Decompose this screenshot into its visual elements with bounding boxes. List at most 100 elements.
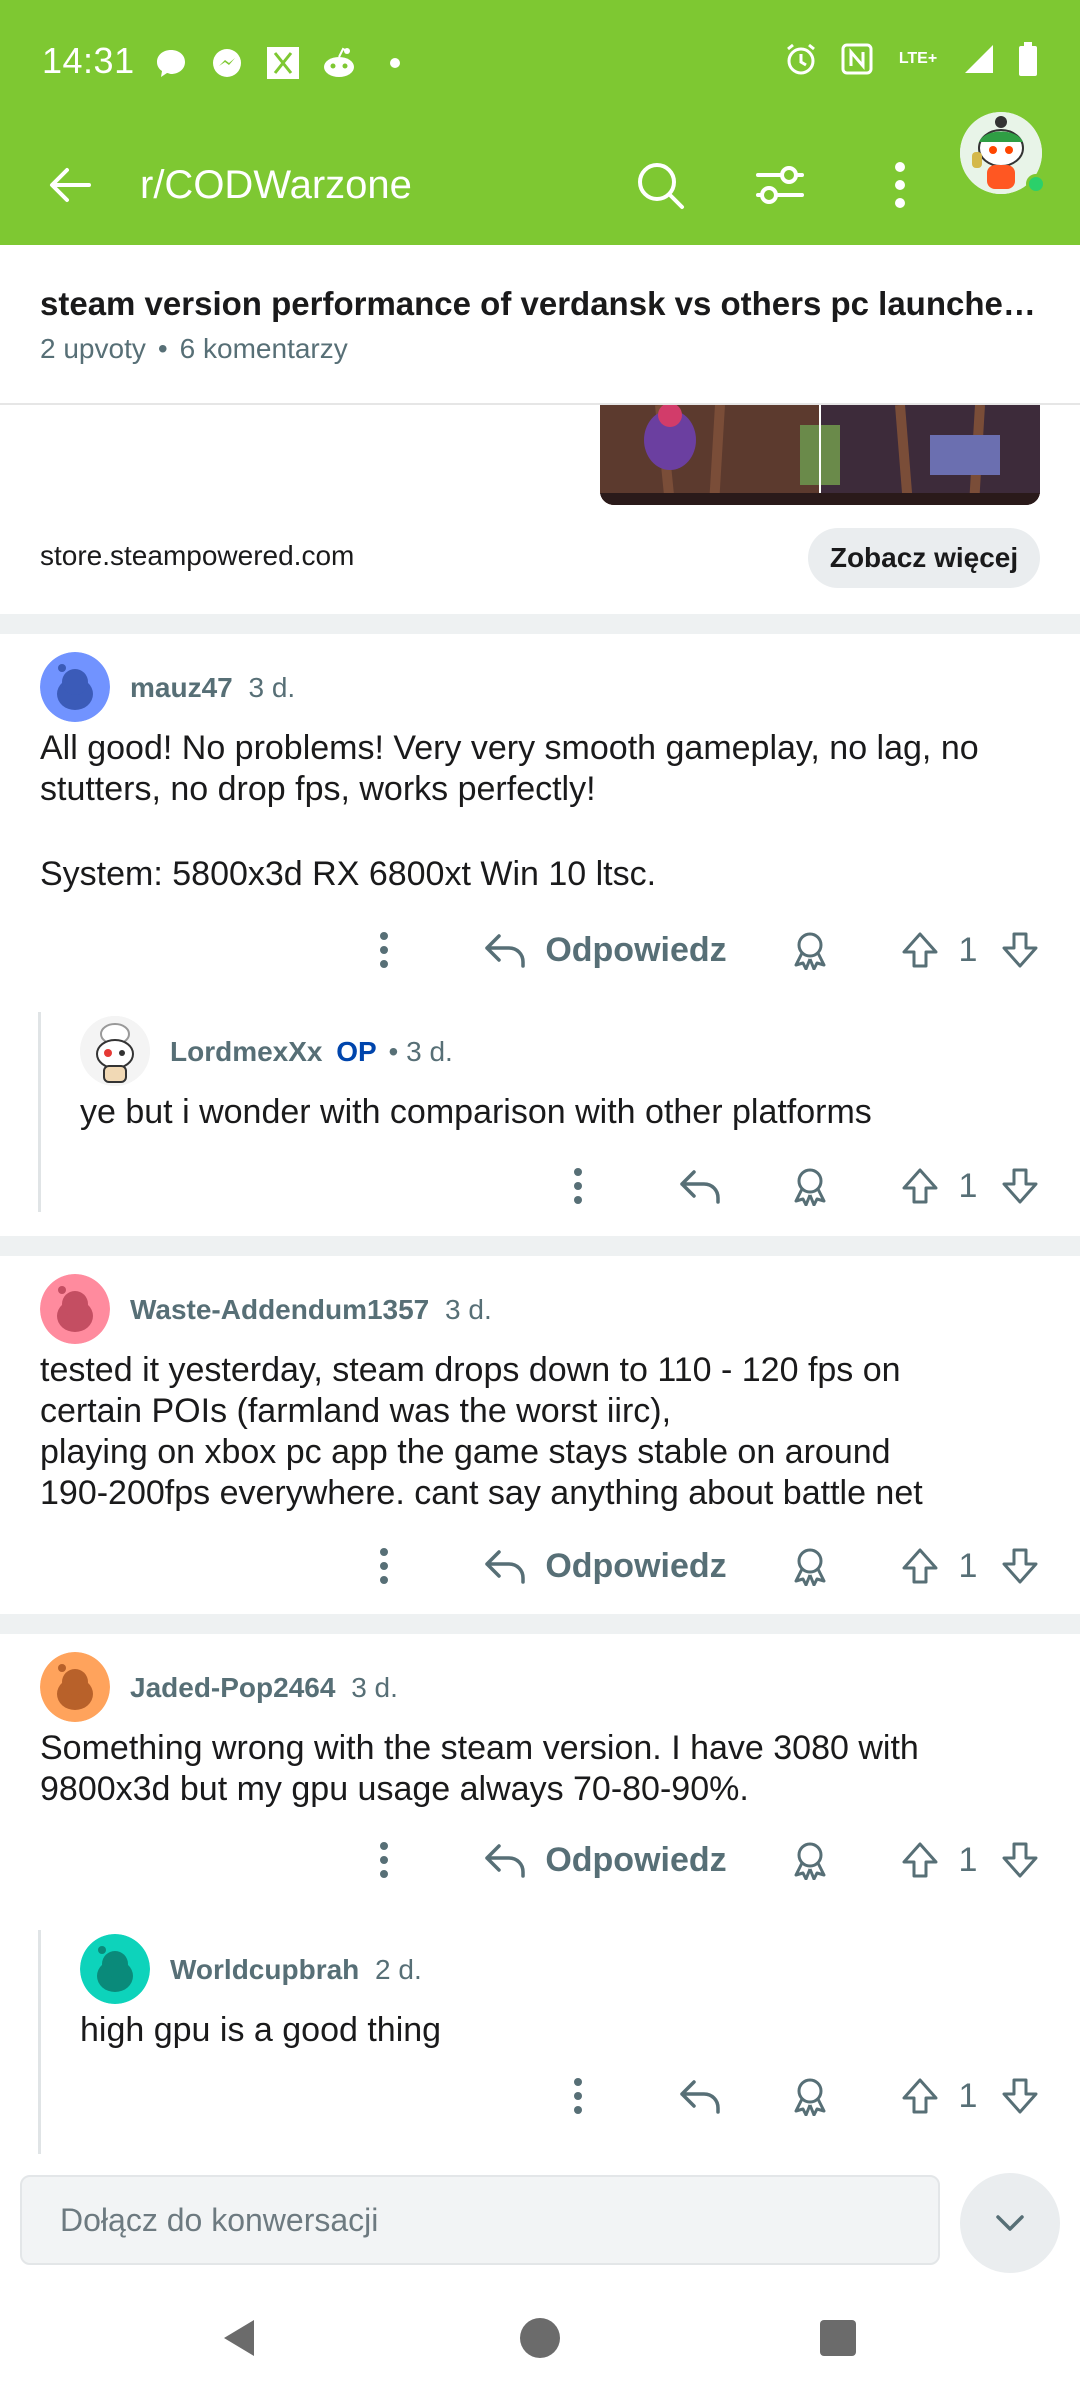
reply-button[interactable]: Odpowiedz	[480, 1830, 730, 1890]
vote-count: 1	[958, 2076, 978, 2115]
award-button[interactable]	[780, 1830, 840, 1890]
reply-button[interactable]: Odpowiedz	[480, 920, 730, 980]
meta-separator: •	[157, 333, 168, 364]
upvote-button[interactable]	[890, 1536, 950, 1596]
comment-age: 3 d.	[248, 672, 296, 703]
comment-avatar[interactable]	[40, 652, 110, 722]
downvote-button[interactable]	[990, 1830, 1050, 1890]
link-thumbnail[interactable]	[600, 405, 1040, 505]
reply-button[interactable]: Odpowiedz	[480, 1536, 730, 1596]
back-arrow-icon	[50, 168, 91, 202]
downvote-arrow-icon	[1002, 1168, 1038, 1204]
comment-header: Worldcupbrah 2 d.	[170, 1954, 422, 1986]
post-meta: 2 upvoty • 6 komentarzy	[40, 333, 348, 365]
nav-back-button[interactable]	[200, 2298, 280, 2378]
app-notification-icon	[264, 44, 302, 82]
link-preview-image	[600, 405, 1040, 505]
comment-line: stutters, no drop fps, works perfectly!	[40, 770, 596, 808]
award-icon	[794, 932, 826, 970]
comment-actions: Odpowiedz 1	[0, 1830, 1080, 1890]
comment-header: LordmexXx OP • 3 d.	[170, 1036, 453, 1068]
comment-author[interactable]: Waste-Addendum1357	[130, 1294, 429, 1325]
subreddit-title[interactable]: r/CODWarzone	[140, 155, 412, 215]
comment-author[interactable]: Jaded-Pop2464	[130, 1672, 335, 1703]
link-domain[interactable]: store.steampowered.com	[40, 540, 354, 572]
reddit-notification-icon	[320, 44, 358, 82]
sort-filter-button[interactable]	[744, 149, 816, 221]
reply-arrow-icon	[485, 1550, 526, 1584]
award-button[interactable]	[780, 2066, 840, 2126]
messenger-icon	[208, 44, 246, 82]
overflow-menu-button[interactable]	[864, 149, 936, 221]
section-divider	[0, 1236, 1080, 1256]
online-status-indicator	[1026, 174, 1046, 194]
vote-count: 1	[958, 1166, 978, 1205]
more-vertical-icon	[380, 1842, 388, 1878]
default-snoo-avatar-icon	[80, 1934, 150, 2004]
reply-button[interactable]	[670, 2066, 730, 2126]
vote-count: 1	[958, 930, 978, 969]
award-button[interactable]	[780, 920, 840, 980]
filter-sliders-icon	[756, 166, 804, 204]
downvote-button[interactable]	[990, 1156, 1050, 1216]
comment-actions: Odpowiedz 1	[0, 920, 1080, 980]
upvote-arrow-icon	[902, 1168, 938, 1204]
downvote-button[interactable]	[990, 2066, 1050, 2126]
post-header[interactable]: steam version performance of verdansk vs…	[0, 245, 1080, 405]
upvote-button[interactable]	[890, 1830, 950, 1890]
see-more-button[interactable]: Zobacz więcej	[808, 528, 1040, 588]
comment-avatar[interactable]	[80, 1934, 150, 2004]
comment-more-button[interactable]	[356, 1536, 412, 1596]
comment-more-button[interactable]	[356, 920, 412, 980]
triangle-back-icon	[224, 2320, 254, 2356]
upvote-button[interactable]	[890, 1156, 950, 1216]
user-avatar[interactable]	[960, 112, 1046, 194]
comment-more-button[interactable]	[356, 1830, 412, 1890]
upvote-button[interactable]	[890, 920, 950, 980]
comment-actions: 1	[0, 1156, 1080, 1216]
comment-author[interactable]: LordmexXx	[170, 1036, 323, 1067]
award-button[interactable]	[780, 1536, 840, 1596]
section-divider	[0, 1614, 1080, 1634]
section-divider	[0, 614, 1080, 634]
upvote-button[interactable]	[890, 2066, 950, 2126]
post-upvotes: 2 upvoty	[40, 333, 146, 364]
post-comment-count: 6 komentarzy	[179, 333, 348, 364]
reply-button[interactable]	[670, 1156, 730, 1216]
comment-line: high gpu is a good thing	[80, 2011, 442, 2049]
comment-actions: Odpowiedz 1	[0, 1536, 1080, 1596]
comment-avatar[interactable]	[40, 1652, 110, 1722]
join-conversation-input[interactable]: Dołącz do konwersacji	[20, 2175, 940, 2265]
comment-blank-line	[40, 810, 1040, 854]
nav-home-button[interactable]	[500, 2298, 580, 2378]
reply-label: Odpowiedz	[545, 1546, 727, 1585]
more-vertical-icon	[380, 932, 388, 968]
reply-label: Odpowiedz	[545, 930, 727, 969]
reply-arrow-icon	[485, 934, 526, 968]
more-vertical-icon	[380, 1548, 388, 1584]
reply-arrow-icon	[680, 1170, 720, 1204]
nav-recents-button[interactable]	[798, 2298, 878, 2378]
comment-body: All good! No problems! Very very smooth …	[40, 728, 1040, 895]
downvote-button[interactable]	[990, 920, 1050, 980]
comment-author[interactable]: Worldcupbrah	[170, 1954, 359, 1985]
app-bar: r/CODWarzone	[0, 125, 1080, 245]
system-icons: LTE+	[782, 40, 1040, 78]
comment-more-button[interactable]	[550, 1156, 606, 1216]
comment-body: Something wrong with the steam version. …	[40, 1728, 1040, 1810]
comment-more-button[interactable]	[550, 2066, 606, 2126]
downvote-button[interactable]	[990, 1536, 1050, 1596]
award-icon	[794, 1842, 826, 1880]
search-button[interactable]	[624, 149, 696, 221]
award-button[interactable]	[780, 1156, 840, 1216]
back-button[interactable]	[36, 151, 104, 219]
reply-label: Odpowiedz	[545, 1840, 727, 1879]
comment-header: Waste-Addendum1357 3 d.	[130, 1294, 492, 1326]
battery-icon	[1016, 40, 1040, 78]
comment-author[interactable]: mauz47	[130, 672, 233, 703]
comment-avatar[interactable]	[40, 1274, 110, 1344]
chat-bubble-icon	[152, 44, 190, 82]
more-vertical-icon	[895, 162, 905, 208]
comment-avatar[interactable]	[80, 1016, 150, 1086]
collapse-comments-button[interactable]	[960, 2173, 1060, 2273]
